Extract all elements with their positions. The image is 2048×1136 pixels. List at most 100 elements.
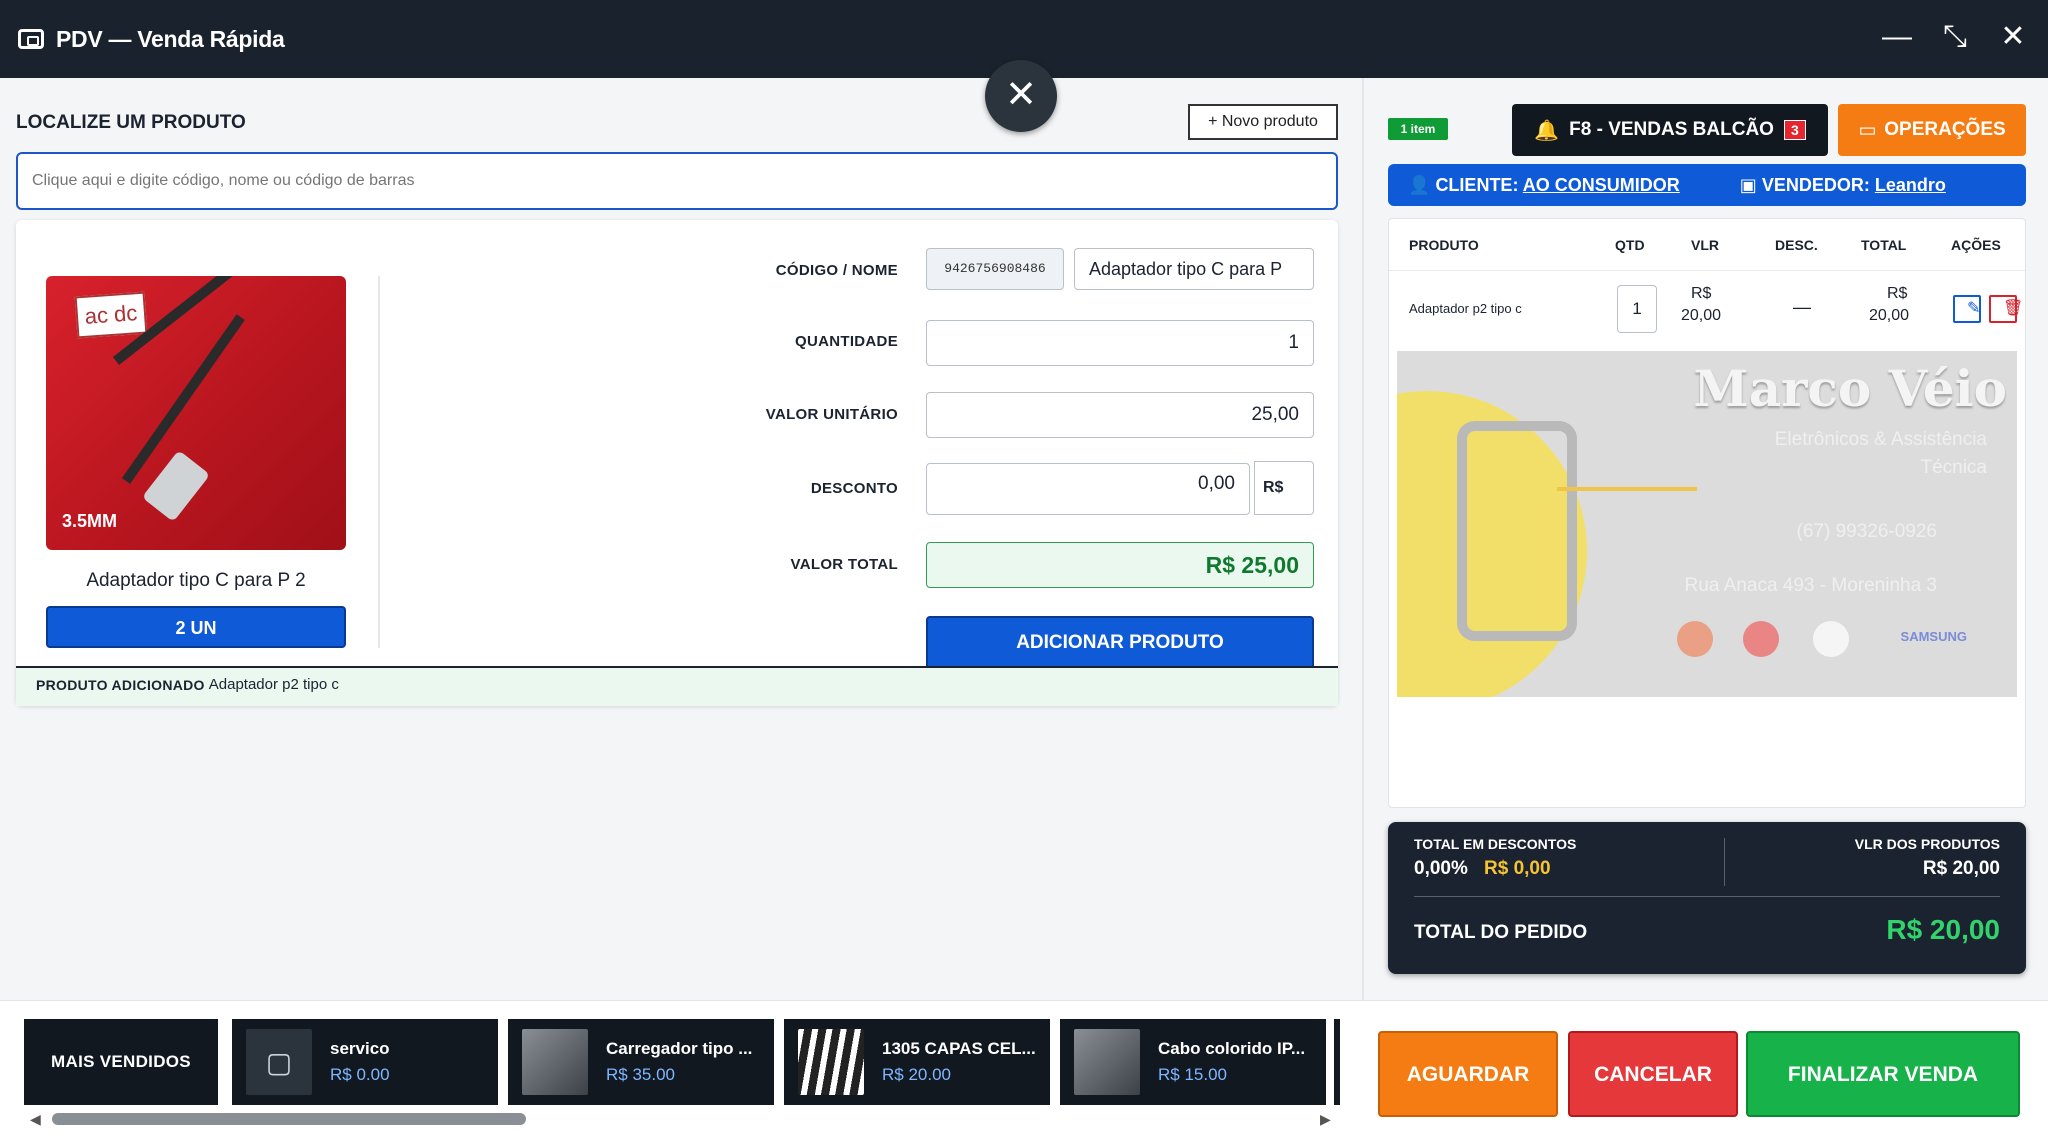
logo-address: Rua Anaca 493 - Moreninha 3 — [1684, 575, 1937, 596]
header-qtd: QTD — [1615, 237, 1645, 253]
quick-product-price: R$ 0.00 — [330, 1065, 390, 1084]
client-value[interactable]: AO CONSUMIDOR — [1523, 175, 1680, 195]
new-product-button[interactable]: + Novo produto — [1188, 104, 1338, 140]
divider — [378, 276, 380, 648]
nome-field[interactable]: Adaptador tipo C para P — [1074, 248, 1314, 290]
added-value: Adaptador p2 tipo c — [208, 676, 339, 693]
valor-total-label: VALOR TOTAL — [790, 556, 898, 573]
close-panel-button[interactable]: ✕ — [985, 60, 1057, 132]
client-vendor-bar: 👤 CLIENTE: AO CONSUMIDOR ▣ VENDEDOR: Lea… — [1388, 164, 2026, 206]
scroll-right-icon[interactable]: ▶ — [1320, 1111, 1331, 1128]
xiaomi-icon — [1677, 621, 1713, 657]
section-title: LOCALIZE UM PRODUTO — [16, 112, 246, 133]
cancelar-button[interactable]: CANCELAR — [1568, 1031, 1738, 1117]
vendor-value[interactable]: Leandro — [1875, 175, 1946, 195]
bottom-bar: MAIS VENDIDOS ▢ servico R$ 0.00 Carregad… — [0, 1000, 2048, 1136]
header-acoes: AÇÕES — [1951, 237, 2001, 253]
row-qtd-input[interactable]: 1 — [1617, 285, 1657, 333]
quick-product-tile[interactable]: 1305 CAPAS CEL... R$ 20.00 — [784, 1019, 1050, 1105]
pedido-value: R$ 20,00 — [1886, 914, 2000, 945]
plug-shape — [141, 450, 211, 522]
image-caption: 3.5MM — [62, 511, 118, 531]
quick-product-tile[interactable]: ▢ servico R$ 0.00 — [232, 1019, 498, 1105]
logo-line2: Técnica — [1920, 457, 1987, 478]
store-logo: Marco Véio Eletrônicos & Assistência Téc… — [1397, 351, 2017, 697]
divider — [1724, 838, 1725, 886]
row-total: 20,00 — [1869, 307, 1910, 324]
logo-pulse-line — [1557, 441, 1697, 491]
cart-header: PRODUTO QTD VLR DESC. TOTAL AÇÕES — [1389, 219, 2025, 271]
trash-icon: 🗑 — [2003, 300, 2024, 317]
quantidade-label: QUANTIDADE — [795, 333, 898, 350]
added-product-bar: PRODUTO ADICIONADO Adaptador p2 tipo c — [16, 666, 1338, 706]
units-badge: 2 UN — [46, 606, 346, 648]
add-product-button[interactable]: ADICIONAR PRODUTO — [926, 616, 1314, 668]
product-name: Adaptador tipo C para P 2 — [86, 570, 306, 591]
quick-product-name: Carregador tipo ... — [606, 1039, 753, 1058]
vendor-label: VENDEDOR: — [1761, 174, 1870, 195]
quick-product-tile[interactable]: Carregador tipo ... R$ 35.00 — [508, 1019, 774, 1105]
product-thumbnail — [798, 1029, 864, 1095]
minimize-icon[interactable]: — — [1882, 20, 1912, 54]
quick-product-price: R$ 20.00 — [882, 1065, 951, 1084]
operacoes-button[interactable]: ▭ OPERAÇÕES — [1838, 104, 2026, 156]
close-icon[interactable]: ✕ — [1998, 20, 2028, 54]
quick-product-name: Cabo colorido IP... — [1158, 1039, 1306, 1058]
row-vlr: 20,00 — [1681, 307, 1722, 324]
product-image: ac dc 3.5MM — [46, 276, 346, 550]
added-label: PRODUTO ADICIONADO — [36, 677, 205, 693]
apple-icon — [1813, 621, 1849, 657]
operacoes-label: OPERAÇÕES — [1884, 119, 2006, 140]
row-produto: Adaptador p2 tipo c — [1409, 301, 1522, 316]
collapse-icon[interactable]: ⤡ — [1940, 20, 1970, 54]
header-desc: DESC. — [1775, 237, 1818, 253]
row-desc: — — [1793, 297, 1811, 317]
image-label: ac dc — [74, 291, 148, 339]
cart-table: PRODUTO QTD VLR DESC. TOTAL AÇÕES Adapta… — [1388, 218, 2026, 808]
f8-label: F8 - VENDAS BALCÃO — [1569, 119, 1774, 140]
desconto-field[interactable]: 0,00 — [926, 463, 1250, 515]
delete-item-button[interactable]: 🗑 — [1989, 295, 2023, 323]
aguardar-button[interactable]: AGUARDAR — [1378, 1031, 1558, 1117]
desconto-unit-select[interactable]: R$ — [1254, 461, 1314, 515]
valor-unitario-field[interactable]: 25,00 — [926, 392, 1314, 438]
quick-product-tile[interactable]: Cabo colorido IP... R$ 15.00 — [1060, 1019, 1326, 1105]
motorola-icon — [1743, 621, 1779, 657]
horizontal-scrollbar[interactable] — [52, 1113, 526, 1125]
register-icon: ▭ — [1858, 119, 1877, 141]
product-search-input[interactable] — [16, 152, 1338, 210]
client-label: CLIENTE: — [1435, 174, 1519, 195]
header-vlr: VLR — [1691, 237, 1719, 253]
product-thumbnail — [1074, 1029, 1140, 1095]
client-info[interactable]: 👤 CLIENTE: AO CONSUMIDOR — [1408, 175, 1680, 196]
row-vlr-currency: R$ — [1691, 285, 1712, 302]
product-thumbnail — [522, 1029, 588, 1095]
finalizar-venda-button[interactable]: FINALIZAR VENDA — [1746, 1031, 2020, 1117]
f8-vendas-balcao-button[interactable]: 🔔 F8 - VENDAS BALCÃO 3 — [1512, 104, 1828, 156]
quick-product-price: R$ 15.00 — [1158, 1065, 1227, 1084]
pencil-icon: ✎ — [1967, 300, 1981, 317]
register-icon — [18, 29, 44, 49]
desconto-label: DESCONTO — [810, 480, 898, 497]
pedido-label: TOTAL DO PEDIDO — [1414, 922, 1588, 943]
codigo-label: CÓDIGO / NOME — [775, 262, 898, 279]
close-icon: ✕ — [1005, 74, 1037, 116]
edit-item-button[interactable]: ✎ — [1953, 295, 1981, 323]
codigo-field[interactable]: 9426756908486 — [926, 248, 1064, 290]
product-card: ac dc 3.5MM Adaptador tipo C para P 2 2 … — [16, 220, 1338, 706]
quick-product-name: 1305 CAPAS CEL... — [882, 1039, 1036, 1058]
descontos-label: TOTAL EM DESCONTOS — [1414, 836, 1577, 852]
vendor-info[interactable]: ▣ VENDEDOR: Leandro — [1740, 175, 1946, 196]
mais-vendidos-button[interactable]: MAIS VENDIDOS — [24, 1019, 218, 1105]
logo-samsung: SAMSUNG — [1900, 629, 1967, 644]
quantidade-field[interactable]: 1 — [926, 320, 1314, 366]
badge-icon: ▣ — [1739, 174, 1757, 195]
descontos-pct: 0,00% — [1414, 858, 1468, 879]
valor-total-field: R$ 25,00 — [926, 542, 1314, 588]
table-row: Adaptador p2 tipo c 1 R$ 20,00 — R$ 20,0… — [1389, 273, 2025, 347]
scroll-left-icon[interactable]: ◀ — [30, 1111, 41, 1128]
item-count-badge: 1 item — [1388, 118, 1448, 140]
quick-product-name: servico — [330, 1039, 390, 1058]
header-produto: PRODUTO — [1409, 237, 1479, 253]
logo-line1: Eletrônicos & Assistência — [1774, 429, 1987, 450]
